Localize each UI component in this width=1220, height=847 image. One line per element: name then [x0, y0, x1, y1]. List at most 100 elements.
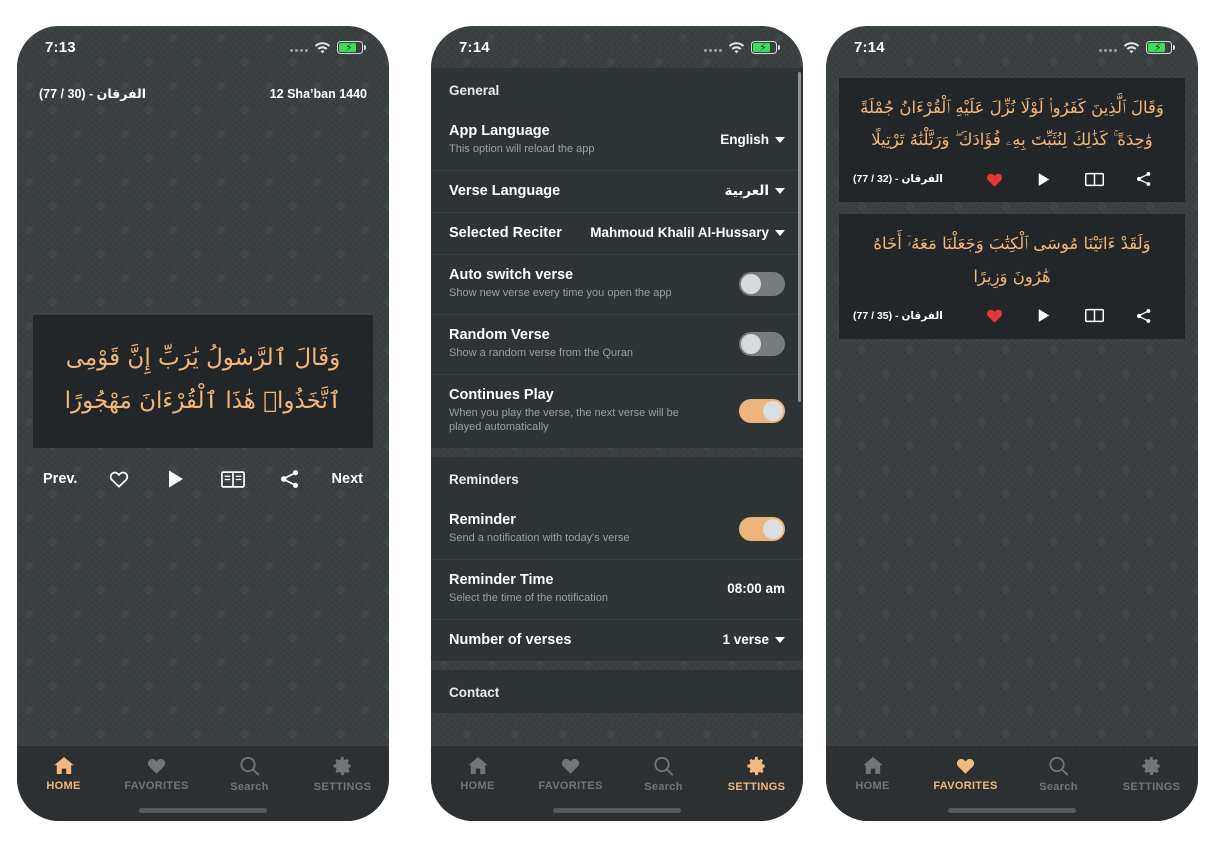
- row-subtitle: Show a random verse from the Quran: [449, 346, 634, 359]
- row-title: App Language: [449, 123, 550, 139]
- prev-button[interactable]: Prev.: [43, 471, 77, 487]
- toggle-reminder[interactable]: [739, 517, 785, 542]
- tab-settings-label: SETTINGS: [313, 781, 372, 793]
- setting-row-reminder[interactable]: Reminder Send a notification with today'…: [431, 500, 803, 559]
- verse-action-row: Prev. Next: [17, 448, 389, 492]
- favorite-card-footer: الفرقان - (35 / 77): [853, 303, 1171, 329]
- play-icon[interactable]: [1029, 303, 1059, 329]
- toggle-continues-play[interactable]: [739, 398, 785, 423]
- phone-favorites: 7:14 ⚡ وَقَالَ ٱلَّذِينَ كَفَرُوا۟ لَوْل…: [826, 26, 1198, 821]
- heart-icon: [561, 758, 580, 774]
- row-value[interactable]: 1 verse: [722, 632, 785, 647]
- favorite-filled-icon[interactable]: [979, 303, 1009, 329]
- search-icon: [240, 756, 260, 776]
- next-button[interactable]: Next: [332, 471, 363, 487]
- gear-icon: [747, 756, 765, 776]
- bottom-nav-favorites: HOME FAVORITES Search SETTINGS: [826, 746, 1198, 799]
- home-indicator: [17, 799, 389, 821]
- wifi-icon: [314, 41, 331, 53]
- status-bar: 7:14 ⚡: [826, 26, 1198, 68]
- status-time: 7:14: [854, 38, 885, 56]
- home-icon: [862, 757, 883, 774]
- row-value-text: English: [720, 132, 769, 148]
- setting-row-number-of-verses[interactable]: Number of verses 1 verse: [431, 618, 803, 661]
- row-value[interactable]: English: [720, 132, 785, 147]
- favorite-outline-icon[interactable]: [104, 466, 134, 492]
- tab-settings-label: SETTINGS: [1122, 781, 1181, 793]
- favorite-card[interactable]: وَلَقَدْ ءَاتَيْنَا مُوسَى ٱلْكِتَٰبَ وَ…: [839, 214, 1185, 339]
- verse-card: وَقَالَ ٱلرَّسُولُ يَٰرَبِّ إِنَّ قَوْمِ…: [33, 314, 373, 449]
- row-value[interactable]: العربية: [725, 183, 785, 199]
- tab-favorites-label: FAVORITES: [933, 780, 998, 792]
- verse-text: وَقَالَ ٱلَّذِينَ كَفَرُوا۟ لَوْلَا نُزِ…: [860, 98, 1164, 150]
- section-title: General: [449, 83, 500, 98]
- tab-favorites[interactable]: FAVORITES: [110, 756, 203, 793]
- row-value[interactable]: 08:00 am: [727, 581, 785, 596]
- book-icon[interactable]: [218, 466, 248, 492]
- play-icon[interactable]: [1029, 166, 1059, 192]
- tab-favorites[interactable]: FAVORITES: [919, 756, 1012, 793]
- favorites-list: وَقَالَ ٱلَّذِينَ كَفَرُوا۟ لَوْلَا نُزِ…: [826, 68, 1198, 746]
- row-value[interactable]: Mahmoud Khalil Al-Hussary: [590, 225, 785, 240]
- share-icon[interactable]: [275, 466, 305, 492]
- tab-search[interactable]: Search: [203, 756, 296, 793]
- setting-row-random-verse[interactable]: Random Verse Show a random verse from th…: [431, 313, 803, 374]
- toggle-auto-switch-verse[interactable]: [739, 271, 785, 296]
- share-icon[interactable]: [1129, 166, 1159, 192]
- status-indicators: ⚡: [704, 40, 780, 54]
- row-title: Reminder Time: [449, 572, 554, 589]
- share-icon[interactable]: [1129, 303, 1159, 329]
- status-time: 7:13: [45, 38, 76, 56]
- book-icon[interactable]: [1079, 303, 1109, 329]
- tab-settings-label: SETTINGS: [727, 781, 786, 793]
- row-subtitle: Send a notification with today's verse: [449, 532, 630, 545]
- wifi-icon: [728, 41, 745, 53]
- play-icon[interactable]: [161, 466, 191, 492]
- wifi-icon: [1123, 41, 1140, 53]
- tab-home[interactable]: HOME: [826, 756, 919, 793]
- tab-settings[interactable]: SETTINGS: [296, 756, 389, 793]
- settings-list[interactable]: General App Language This option will re…: [431, 68, 803, 746]
- battery-icon: ⚡: [1146, 40, 1175, 54]
- home-screen: 7:13 ⚡ الفرقان - (30 / 77) 12 Sha’ban 14…: [17, 26, 389, 821]
- chevron-down-icon: [775, 136, 785, 143]
- search-icon: [1049, 756, 1069, 776]
- row-title: Reminder: [449, 512, 516, 529]
- tab-home[interactable]: HOME: [17, 756, 110, 793]
- favorite-filled-icon[interactable]: [979, 166, 1009, 192]
- battery-icon: ⚡: [337, 40, 366, 54]
- tab-search-label: Search: [1039, 781, 1078, 793]
- tab-favorites[interactable]: FAVORITES: [524, 756, 617, 793]
- row-value-text: العربية: [724, 182, 769, 199]
- section-title: Reminders: [449, 472, 519, 488]
- tab-home[interactable]: HOME: [431, 756, 524, 793]
- tab-settings[interactable]: SETTINGS: [710, 756, 803, 793]
- screenshot-stage: 7:13 ⚡ الفرقان - (30 / 77) 12 Sha’ban 14…: [0, 0, 1220, 847]
- setting-row-app-language[interactable]: App Language This option will reload the…: [431, 111, 803, 170]
- setting-row-continues-play[interactable]: Continues Play When you play the verse, …: [431, 373, 803, 449]
- tab-search[interactable]: Search: [617, 756, 710, 793]
- setting-row-verse-language[interactable]: Verse Language العربية: [431, 169, 803, 212]
- favorites-screen: 7:14 ⚡ وَقَالَ ٱلَّذِينَ كَفَرُوا۟ لَوْل…: [826, 26, 1198, 821]
- row-value-text: 08:00 am: [727, 581, 785, 597]
- settings-section-general: General App Language This option will re…: [431, 68, 803, 449]
- settings-screen: 7:14 ⚡ General App Language This option …: [431, 26, 803, 821]
- home-center: وَقَالَ ٱلرَّسُولُ يَٰرَبِّ إِنَّ قَوْمِ…: [17, 61, 389, 746]
- toggle-random-verse[interactable]: [739, 331, 785, 356]
- setting-row-reminder-time[interactable]: Reminder Time Select the time of the not…: [431, 559, 803, 619]
- settings-section-reminders: Reminders Reminder Send a notification w…: [431, 457, 803, 661]
- surah-reference: الفرقان - (32 / 77): [853, 173, 943, 186]
- scrollbar[interactable]: [798, 72, 801, 402]
- tab-search[interactable]: Search: [1012, 756, 1105, 793]
- setting-row-auto-switch-verse[interactable]: Auto switch verse Show new verse every t…: [431, 253, 803, 314]
- tab-home-label: HOME: [46, 780, 81, 792]
- signal-dots-icon: [1099, 43, 1117, 52]
- book-icon[interactable]: [1079, 166, 1109, 192]
- tab-search-label: Search: [644, 781, 683, 793]
- favorite-card[interactable]: وَقَالَ ٱلَّذِينَ كَفَرُوا۟ لَوْلَا نُزِ…: [839, 78, 1185, 203]
- setting-row-selected-reciter[interactable]: Selected Reciter Mahmoud Khalil Al-Hussa…: [431, 211, 803, 254]
- status-indicators: ⚡: [290, 40, 366, 54]
- heart-icon: [956, 758, 975, 774]
- tab-settings[interactable]: SETTINGS: [1105, 756, 1198, 793]
- phone-home: 7:13 ⚡ الفرقان - (30 / 77) 12 Sha’ban 14…: [17, 26, 389, 821]
